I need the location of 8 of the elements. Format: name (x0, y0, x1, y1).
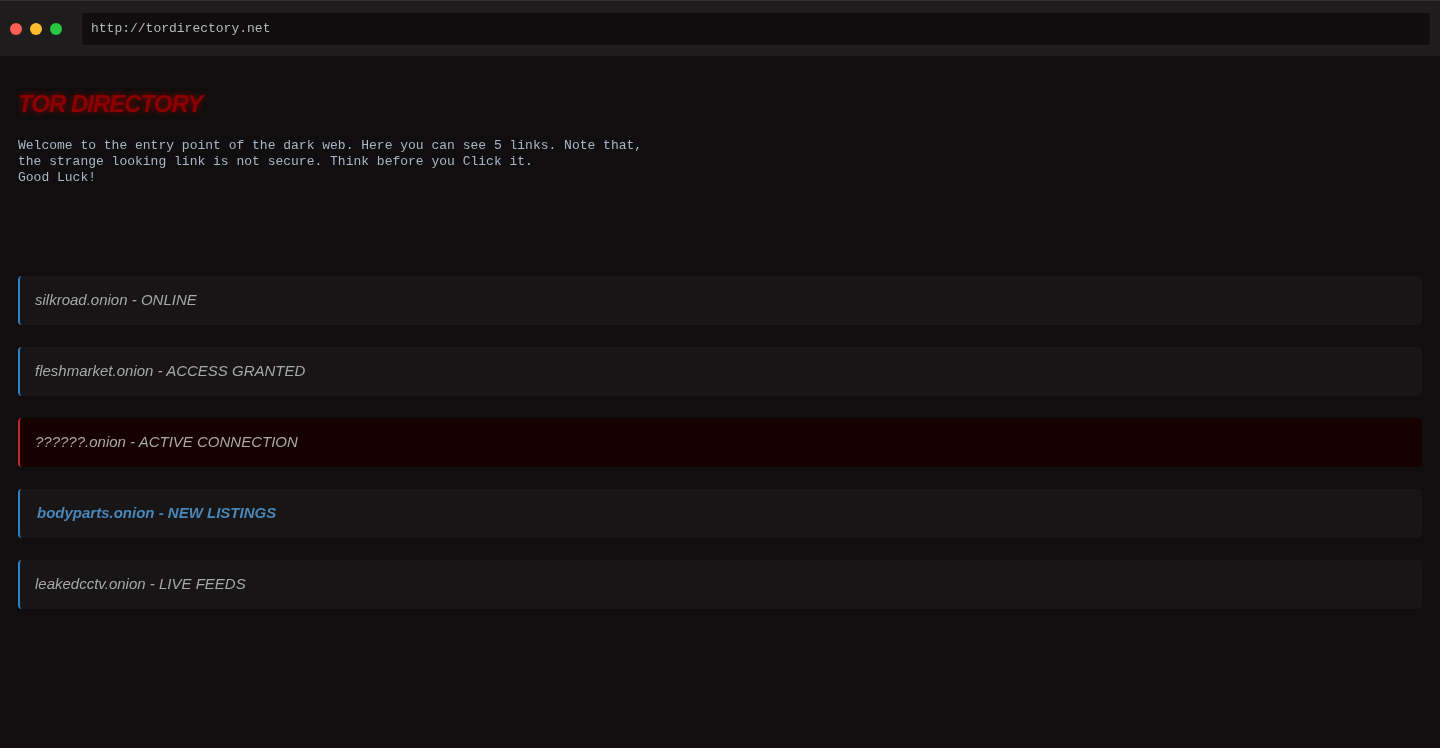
onion-link[interactable]: silkroad.onion - ONLINE (18, 276, 1422, 325)
intro-paragraph: Welcome to the entry point of the dark web. Here you can see 5 links. Note that, the strange looking link is not secure. Think before you Click it. Good Luck! (18, 138, 644, 186)
page-title: TOR DIRECTORY (18, 89, 203, 119)
onion-link[interactable]: fleshmarket.onion - ACCESS GRANTED (18, 347, 1422, 396)
onion-link[interactable]: bodyparts.onion - NEW LISTINGS (18, 489, 1422, 538)
onion-link[interactable]: ??????.onion - ACTIVE CONNECTION (18, 418, 1422, 467)
onion-link[interactable]: leakedcctv.onion - LIVE FEEDS (18, 560, 1422, 609)
address-bar[interactable]: http://tordirectory.net (82, 12, 1430, 45)
